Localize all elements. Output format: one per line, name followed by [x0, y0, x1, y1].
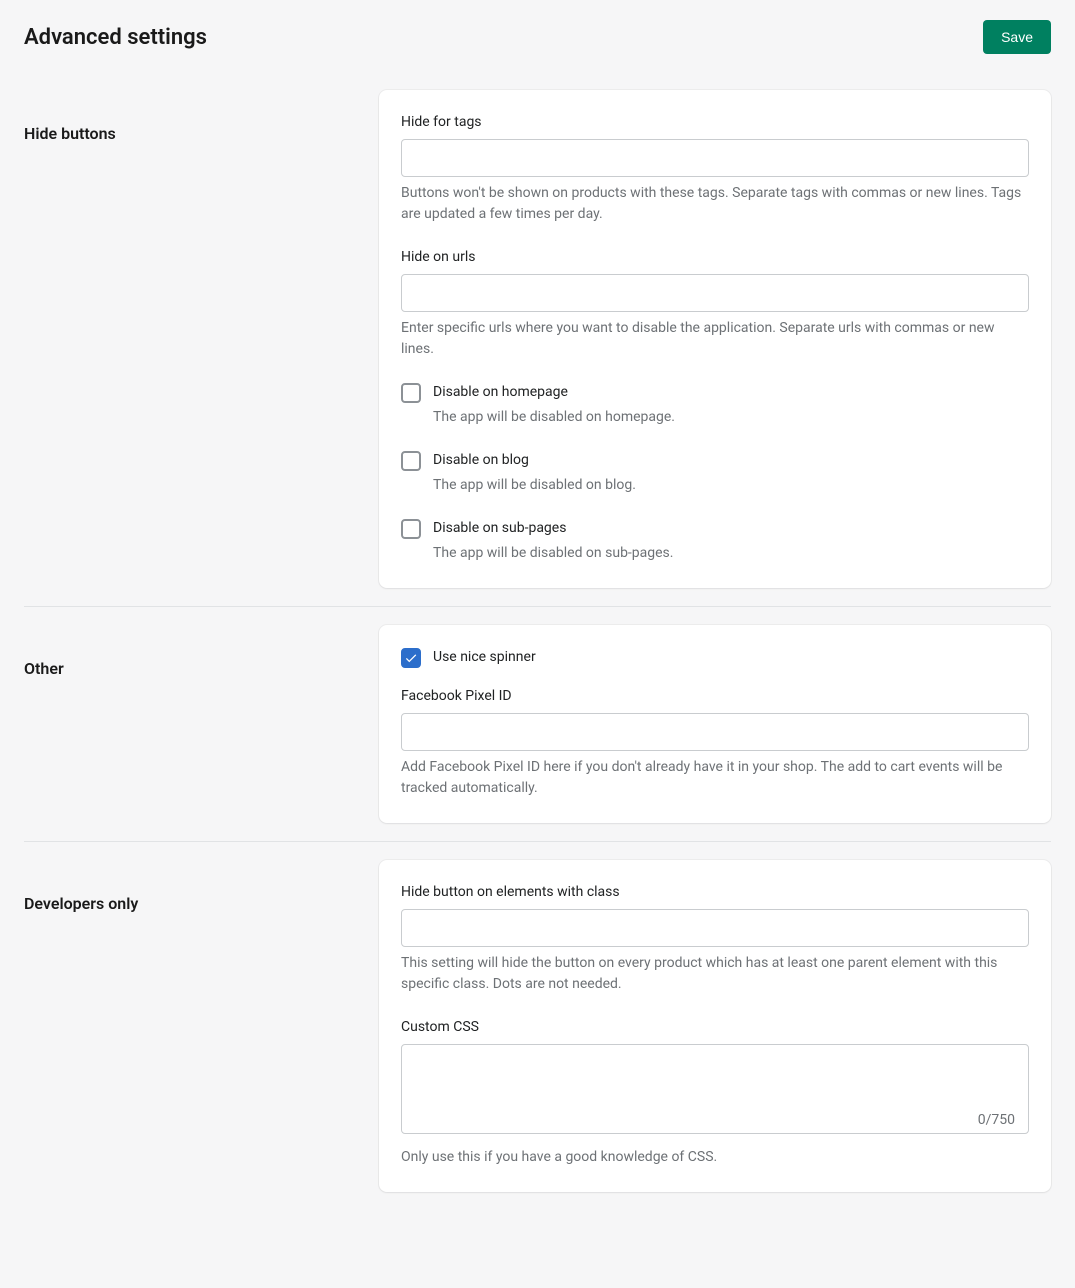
section-hide-buttons: Hide buttons Hide for tags Buttons won't…	[24, 90, 1051, 607]
label-hide-on-urls: Hide on urls	[401, 247, 1029, 268]
card-developers: Hide button on elements with class This …	[379, 860, 1051, 1192]
checkmark-icon	[404, 651, 418, 665]
input-hide-on-urls[interactable]	[401, 274, 1029, 312]
input-hide-class[interactable]	[401, 909, 1029, 947]
section-developers: Developers only Hide button on elements …	[24, 860, 1051, 1210]
card-hide-buttons: Hide for tags Buttons won't be shown on …	[379, 90, 1051, 588]
help-hide-class: This setting will hide the button on eve…	[401, 953, 1029, 995]
label-use-nice-spinner: Use nice spinner	[433, 647, 1029, 668]
label-hide-for-tags: Hide for tags	[401, 112, 1029, 133]
help-disable-subpages: The app will be disabled on sub-pages.	[433, 543, 1029, 564]
section-other: Other Use nice spinner Facebook Pixel ID…	[24, 625, 1051, 842]
section-title-developers: Developers only	[24, 892, 379, 916]
label-fb-pixel: Facebook Pixel ID	[401, 686, 1029, 707]
label-disable-subpages: Disable on sub-pages	[433, 518, 1029, 539]
page-header: Advanced settings Save	[24, 20, 1051, 54]
label-disable-blog: Disable on blog	[433, 450, 1029, 471]
label-disable-homepage: Disable on homepage	[433, 382, 1029, 403]
page-title: Advanced settings	[24, 21, 207, 54]
label-hide-class: Hide button on elements with class	[401, 882, 1029, 903]
checkbox-disable-homepage[interactable]	[401, 383, 421, 403]
checkbox-disable-blog[interactable]	[401, 451, 421, 471]
checkbox-disable-subpages[interactable]	[401, 519, 421, 539]
help-disable-blog: The app will be disabled on blog.	[433, 475, 1029, 496]
label-custom-css: Custom CSS	[401, 1017, 1029, 1038]
save-button[interactable]: Save	[983, 20, 1051, 54]
card-other: Use nice spinner Facebook Pixel ID Add F…	[379, 625, 1051, 823]
input-fb-pixel[interactable]	[401, 713, 1029, 751]
section-title-hide-buttons: Hide buttons	[24, 122, 379, 146]
section-title-other: Other	[24, 657, 379, 681]
input-custom-css[interactable]	[401, 1044, 1029, 1134]
help-custom-css: Only use this if you have a good knowled…	[401, 1147, 1029, 1168]
help-hide-on-urls: Enter specific urls where you want to di…	[401, 318, 1029, 360]
help-disable-homepage: The app will be disabled on homepage.	[433, 407, 1029, 428]
help-fb-pixel: Add Facebook Pixel ID here if you don't …	[401, 757, 1029, 799]
input-hide-for-tags[interactable]	[401, 139, 1029, 177]
checkbox-use-nice-spinner[interactable]	[401, 648, 421, 668]
help-hide-for-tags: Buttons won't be shown on products with …	[401, 183, 1029, 225]
